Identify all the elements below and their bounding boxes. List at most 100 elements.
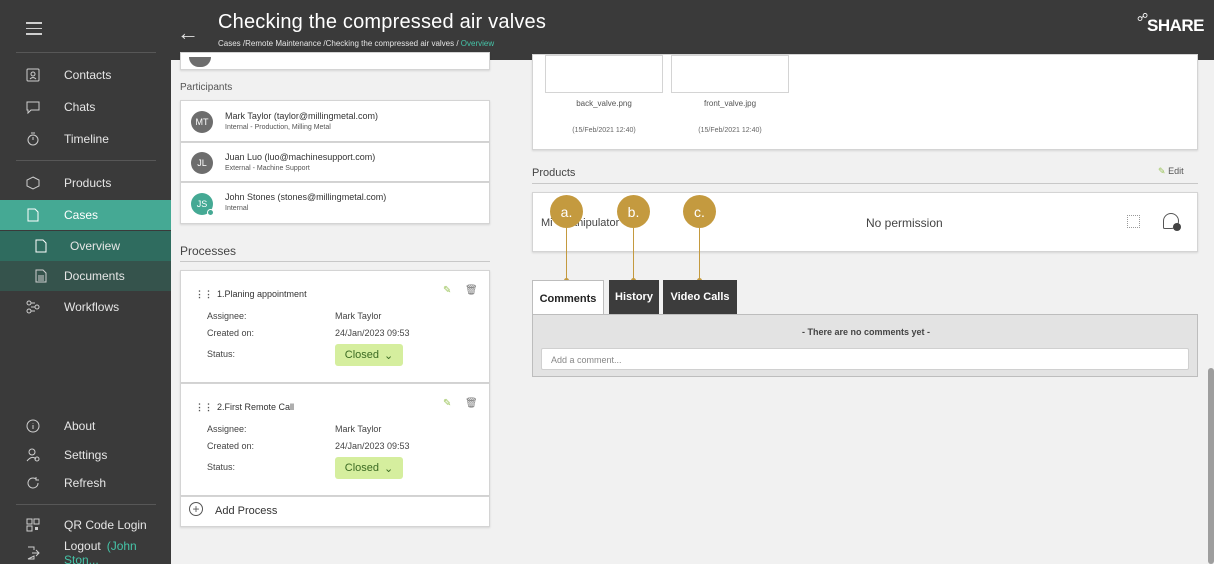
participant-role: Internal: [225, 205, 249, 212]
process-title: ⋮⋮ 2.First Remote Call: [195, 402, 294, 413]
assignee-label: Assignee:: [207, 311, 247, 321]
process-card[interactable]: ⋮⋮ 1.Planing appointment ✎ 🗑 Assignee: Ma…: [180, 270, 490, 383]
file-name[interactable]: front_valve.jpg: [671, 99, 789, 108]
status-value: Closed: [344, 349, 380, 361]
sidebar-item-label: Overview: [70, 239, 121, 253]
status-dropdown[interactable]: Closed ⌄: [335, 344, 403, 366]
process-title-text: 1.Planing appointment: [217, 289, 307, 299]
top-bar: ← Checking the compressed air valves Cas…: [171, 0, 1214, 60]
assignee-value: Mark Taylor: [335, 311, 382, 321]
sidebar-item-refresh[interactable]: Refresh: [0, 469, 171, 497]
sidebar-item-overview[interactable]: Overview: [0, 231, 171, 261]
chevron-down-icon: ⌄: [384, 462, 394, 475]
comment-input[interactable]: Add a comment...: [541, 348, 1189, 370]
section-divider: [180, 261, 490, 262]
sidebar-item-label: Logout (John Ston...: [64, 539, 171, 564]
attachments-card: back_valve.png (15/Feb/2021 12:40) front…: [532, 54, 1198, 150]
brand-name: SHARE: [1146, 16, 1205, 35]
section-divider: [532, 183, 1198, 184]
products-edit-button[interactable]: ✎ Edit: [1158, 166, 1184, 177]
refresh-icon: [25, 475, 41, 491]
callout-marker: a.: [550, 195, 583, 228]
sidebar-item-label: Settings: [64, 448, 108, 462]
chevron-down-icon: ⌄: [384, 349, 394, 362]
add-process-button[interactable]: + Add Process: [180, 496, 490, 527]
created-label: Created on:: [207, 441, 255, 451]
sidebar-item-logout[interactable]: Logout (John Ston...: [0, 539, 171, 564]
sidebar-item-qr-login[interactable]: QR Code Login: [0, 511, 171, 539]
sidebar-item-products[interactable]: Products: [0, 169, 171, 197]
plus-circle-icon: +: [189, 502, 203, 516]
sidebar-item-chats[interactable]: Chats: [0, 93, 171, 121]
sidebar-item-contacts[interactable]: Contacts: [0, 61, 171, 89]
drag-handle-icon[interactable]: ⋮⋮: [195, 289, 213, 299]
info-icon: [25, 418, 41, 434]
status-dropdown[interactable]: Closed ⌄: [335, 457, 403, 479]
process-title: ⋮⋮ 1.Planing appointment: [195, 289, 307, 300]
online-status-icon: [207, 209, 214, 216]
participant-card[interactable]: JS John Stones (stones@millingmetal.com)…: [180, 182, 490, 224]
file-thumbnail[interactable]: [671, 55, 789, 93]
tab-video-calls[interactable]: Video Calls: [663, 280, 737, 314]
callout-line: [699, 228, 700, 282]
sidebar-item-about[interactable]: About: [0, 412, 171, 440]
hamburger-menu-icon[interactable]: [26, 22, 42, 35]
logo-mark-icon: ☍: [1136, 12, 1148, 24]
breadcrumb-current: Overview: [460, 39, 495, 48]
avatar: JL: [191, 152, 213, 174]
participant-name: Mark Taylor (taylor@millingmetal.com): [225, 111, 378, 121]
contact-card-icon: [25, 67, 41, 83]
product-status-icon[interactable]: [1163, 213, 1181, 231]
sidebar-item-label: Workflows: [64, 300, 120, 314]
file-thumbnail[interactable]: [545, 55, 663, 93]
sidebar-item-label: QR Code Login: [64, 518, 147, 532]
sidebar-divider: [16, 52, 156, 53]
tab-history[interactable]: History: [609, 280, 659, 314]
products-heading: Products: [532, 167, 576, 179]
share-logo: ☍ SHARE: [1137, 12, 1205, 36]
edit-pencil-icon[interactable]: ✎: [443, 398, 451, 409]
sidebar-item-settings[interactable]: Settings: [0, 441, 171, 469]
avatar: [189, 57, 211, 67]
created-label: Created on:: [207, 328, 255, 338]
case-info-card: [180, 52, 490, 70]
callout-marker: c.: [683, 195, 716, 228]
trash-icon[interactable]: 🗑: [465, 285, 478, 296]
sidebar-item-workflows[interactable]: Workflows: [0, 293, 171, 321]
sidebar: Contacts Chats Timeline Products Cases O…: [0, 0, 171, 564]
edit-pencil-icon[interactable]: ✎: [443, 285, 451, 296]
status-label: Status:: [207, 349, 236, 359]
page-icon: [33, 238, 49, 254]
sidebar-item-documents[interactable]: Documents: [0, 261, 171, 291]
file-date: (15/Feb/2021 12:40): [698, 127, 762, 134]
assignee-label: Assignee:: [207, 424, 247, 434]
file-date: (15/Feb/2021 12:40): [572, 127, 636, 134]
breadcrumb-path[interactable]: Cases /Remote Maintenance /Checking the …: [218, 39, 459, 48]
comment-placeholder: Add a comment...: [551, 355, 622, 365]
sidebar-item-label: Contacts: [64, 68, 112, 82]
participant-card[interactable]: JL Juan Luo (luo@machinesupport.com) Ext…: [180, 142, 490, 182]
sidebar-item-label: Refresh: [64, 476, 107, 490]
back-arrow-icon[interactable]: ←: [177, 20, 199, 46]
sidebar-item-timeline[interactable]: Timeline: [0, 125, 171, 153]
sidebar-item-label: Cases: [64, 208, 99, 222]
qr-code-icon: [25, 517, 41, 533]
workflow-icon: [25, 299, 41, 315]
process-card[interactable]: ⋮⋮ 2.First Remote Call ✎ 🗑 Assignee: Mark…: [180, 383, 490, 496]
chat-bubble-icon: [25, 99, 41, 115]
no-comments-text: - There are no comments yet -: [801, 327, 931, 337]
participant-name: Juan Luo (luo@machinesupport.com): [225, 152, 376, 162]
file-name[interactable]: back_valve.png: [545, 99, 663, 108]
sidebar-item-label: Documents: [64, 269, 125, 283]
tab-comments[interactable]: Comments: [532, 280, 604, 316]
drag-handle-icon[interactable]: ⋮⋮: [195, 402, 213, 412]
participant-role: External - Machine Support: [225, 165, 310, 172]
qr-code-icon[interactable]: [1127, 215, 1140, 228]
timer-icon: [25, 131, 41, 147]
trash-icon[interactable]: 🗑: [465, 398, 478, 409]
user-gear-icon: [25, 447, 41, 463]
participant-card[interactable]: MT Mark Taylor (taylor@millingmetal.com)…: [180, 100, 490, 142]
sidebar-divider: [16, 504, 156, 505]
scrollbar[interactable]: [1208, 368, 1214, 564]
sidebar-item-cases[interactable]: Cases: [0, 200, 171, 230]
